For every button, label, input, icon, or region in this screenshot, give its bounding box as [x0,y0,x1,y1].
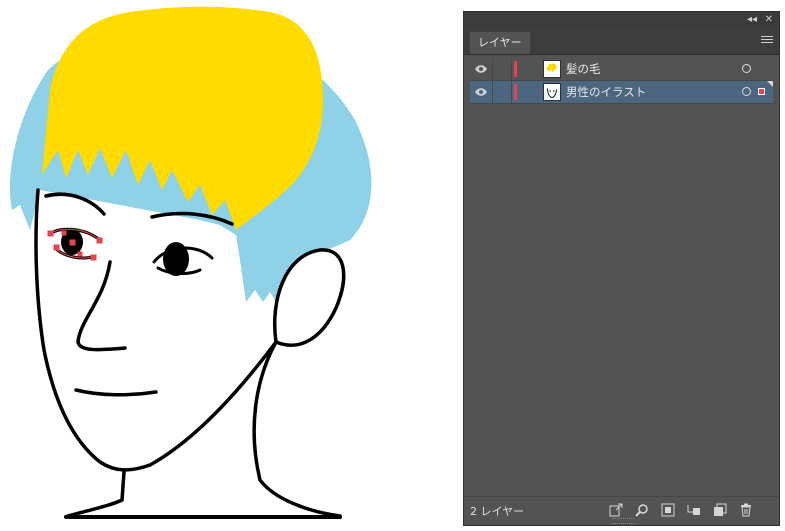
layer-row-man[interactable]: 男性のイラスト [470,81,773,104]
collapse-panel-icon[interactable]: ◂◂ [747,13,757,27]
mouth-line[interactable] [74,388,158,397]
layers-panel: ◂◂ ✕ レイヤー 髪の毛 男性のイラスト 2 レイヤー [463,11,780,526]
selected-art-corner [767,81,773,87]
panel-tab-row: レイヤー [464,28,779,55]
layer-count: 2 レイヤー [470,505,525,518]
resize-grip[interactable] [612,518,634,524]
visibility-eye-icon[interactable] [474,86,488,98]
right-eye-pupil[interactable] [163,242,189,276]
close-panel-icon[interactable]: ✕ [765,13,773,27]
layer-color-indicator [514,61,517,77]
layer-name[interactable]: 男性のイラスト [566,81,646,103]
clipping-mask-icon[interactable] [661,503,675,517]
neck-outline[interactable] [66,340,342,518]
layer-thumbnail-man [543,83,561,101]
artboard-canvas[interactable] [0,0,460,531]
visibility-eye-icon[interactable] [474,63,488,75]
panel-title-bar: ◂◂ ✕ [464,12,779,28]
selection-indicator[interactable] [758,88,765,95]
layer-thumbnail-hair [543,60,561,78]
layer-row-hair[interactable]: 髪の毛 [470,58,773,81]
layer-color-indicator [514,84,517,100]
target-circle-icon[interactable] [742,87,751,96]
tab-layers[interactable]: レイヤー [470,32,530,54]
layer-name[interactable]: 髪の毛 [566,58,601,80]
new-sublayer-icon[interactable] [687,503,701,517]
lock-toggle[interactable] [492,58,512,80]
new-layer-icon[interactable] [713,503,727,517]
nose-line[interactable] [76,260,127,352]
export-icon[interactable] [609,503,623,517]
search-icon[interactable] [635,503,649,517]
lock-toggle[interactable] [492,81,512,103]
panel-menu-icon[interactable] [761,34,773,46]
target-circle-icon[interactable] [742,64,751,73]
trash-icon[interactable] [739,503,753,517]
layer-list: 髪の毛 男性のイラスト [470,58,773,498]
panel-bottom-bar: 2 レイヤー [464,496,779,525]
